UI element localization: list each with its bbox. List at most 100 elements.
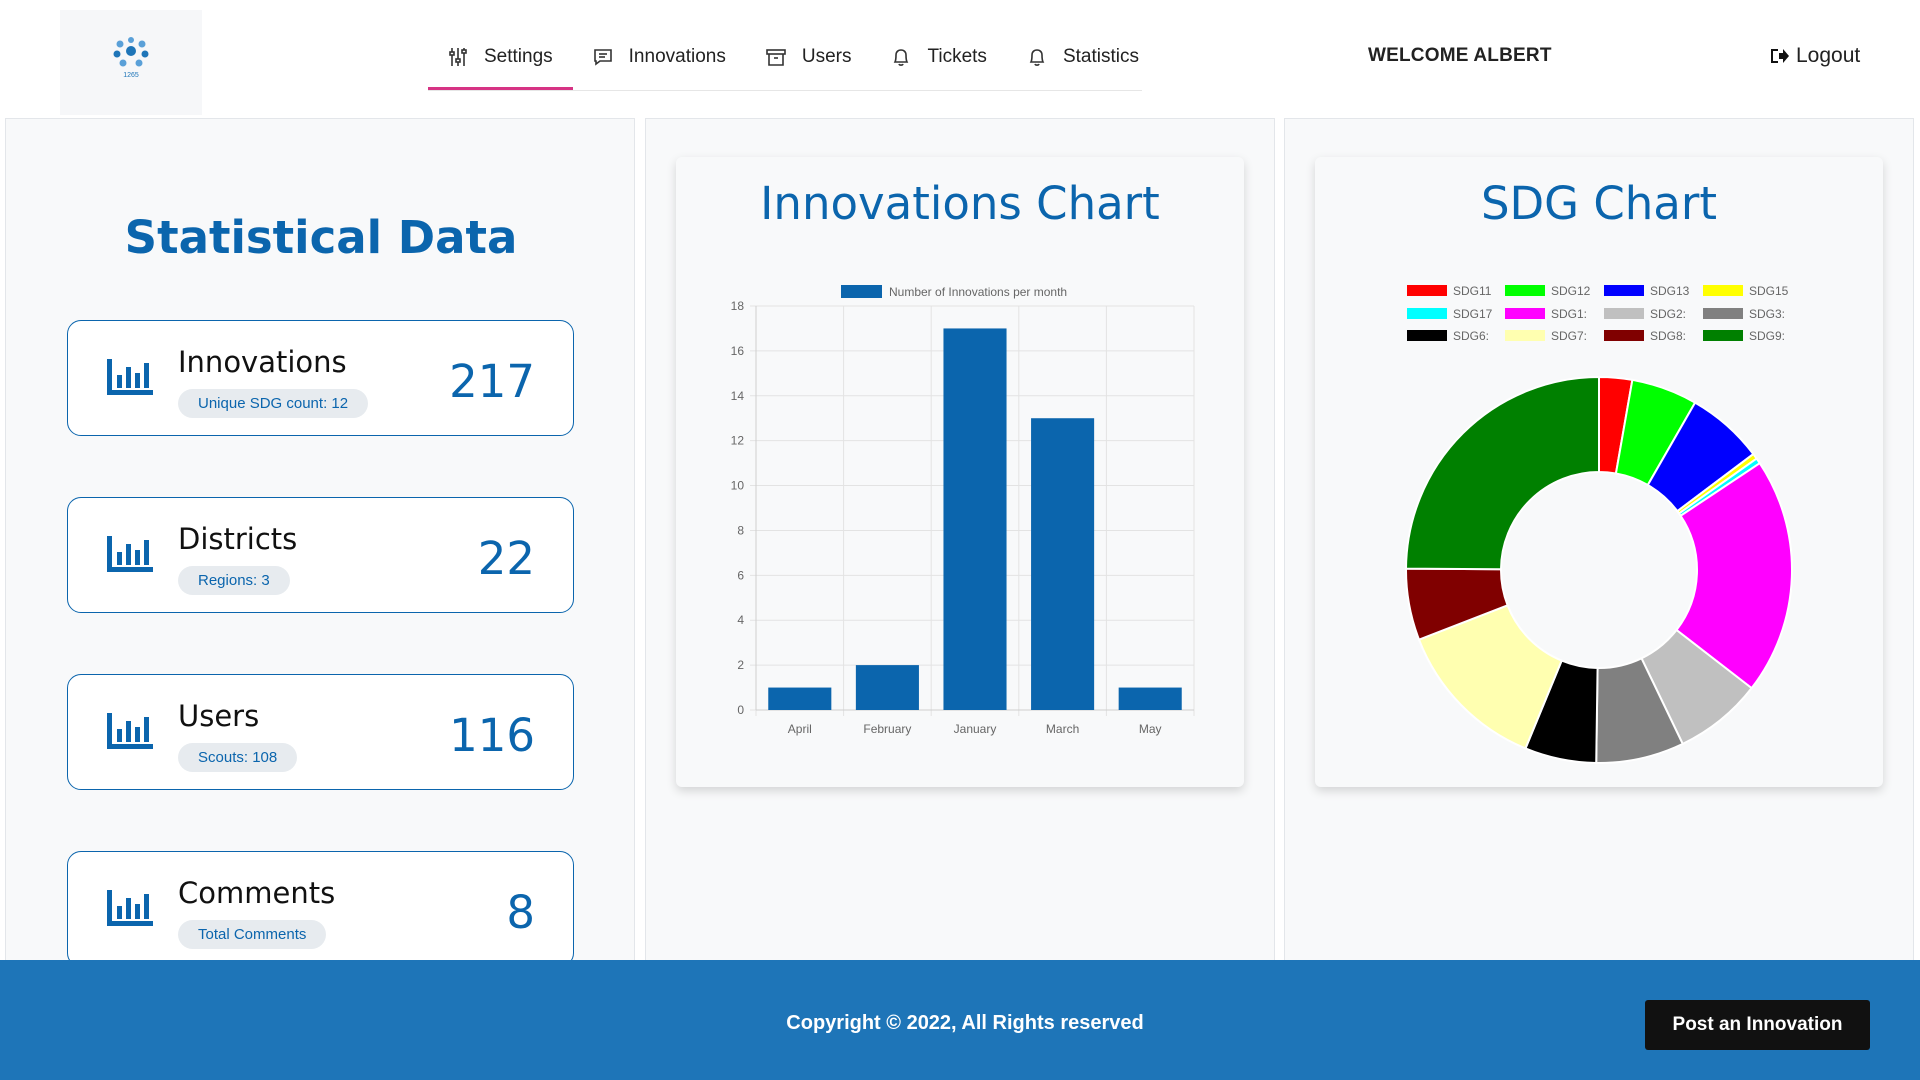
legend-swatch — [841, 285, 882, 298]
nav-settings-label: Settings — [484, 46, 553, 67]
stat-card-innovations[interactable]: Innovations Unique SDG count: 12 217 — [67, 320, 574, 436]
legend-swatch — [1703, 285, 1743, 296]
innovations-bar-chart: Number of Innovations per month 0 2 4 6 8 10 12… — [731, 285, 1195, 736]
nav-statistics[interactable]: Statistics — [1007, 30, 1159, 84]
y-tick-label: 18 — [731, 299, 745, 313]
bar — [768, 687, 832, 710]
x-tick-label: March — [1046, 722, 1079, 736]
y-tick-label: 6 — [737, 568, 744, 582]
stat-card-comments[interactable]: Comments Total Comments 8 — [67, 851, 574, 967]
logo-icon: 1265 — [113, 37, 149, 79]
legend-swatch — [1407, 308, 1447, 319]
legend-label: SDG6: — [1453, 329, 1489, 343]
legend-swatch — [1604, 330, 1644, 341]
copyright-text: Copyright © 2022, All Rights reserved — [786, 1012, 1144, 1034]
footer: Copyright © 2022, All Rights reserved Po… — [0, 960, 1920, 1080]
bar-chart-icon — [107, 713, 153, 749]
logout-label: Logout — [1796, 44, 1861, 67]
bell-icon — [1029, 49, 1045, 66]
stat-badge: Total Comments — [178, 920, 327, 949]
top-navbar: 1265 Settings Innovations Users Tickets … — [0, 0, 1920, 115]
stat-card-districts[interactable]: Districts Regions: 3 22 — [67, 497, 574, 613]
stat-badge: Scouts: 108 — [178, 743, 298, 772]
legend-label: SDG13 — [1650, 284, 1690, 298]
stat-label: Innovations — [178, 345, 347, 379]
stat-badge: Regions: 3 — [178, 566, 290, 595]
legend-label: SDG1: — [1551, 307, 1587, 321]
sdg-doughnut-chart: SDG11 SDG12 SDG13 SDG15 SDG17 SDG1: SDG2: SDG3:… — [1404, 284, 1793, 764]
bar-chart-icon — [107, 536, 153, 572]
bar — [855, 665, 919, 710]
legend-label: SDG12 — [1551, 284, 1591, 298]
stat-value: 8 — [506, 886, 535, 939]
nav-tickets[interactable]: Tickets — [871, 30, 1006, 84]
legend-swatch — [1703, 308, 1743, 319]
sliders-icon — [449, 48, 467, 66]
main-nav: Settings Innovations Users Tickets Stati… — [428, 30, 1142, 91]
x-tick-label: January — [954, 722, 997, 736]
x-tick-label: May — [1139, 722, 1162, 736]
post-innovation-button[interactable]: Post an Innovation — [1645, 1000, 1870, 1050]
legend-swatch — [1604, 308, 1644, 319]
stat-value: 116 — [449, 709, 535, 762]
bar-chart-icon — [107, 359, 153, 395]
doughnut-slice — [1404, 375, 1600, 571]
nav-statistics-label: Statistics — [1062, 46, 1139, 67]
logo-text: 1265 — [123, 72, 139, 79]
stat-value: 22 — [477, 532, 535, 585]
y-tick-label: 14 — [731, 389, 745, 403]
legend-label: SDG8: — [1650, 329, 1686, 343]
message-icon — [593, 49, 612, 66]
innovations-chart-panel: Innovations Chart Number of Innovations … — [645, 118, 1275, 1080]
logo[interactable]: 1265 — [60, 10, 202, 115]
y-tick-label: 10 — [731, 479, 745, 493]
legend-label: SDG3: — [1749, 307, 1785, 321]
legend-label: SDG9: — [1749, 329, 1785, 343]
x-tick-label: April — [788, 722, 812, 736]
legend-swatch — [1505, 308, 1545, 319]
y-tick-label: 0 — [737, 703, 744, 717]
y-tick-label: 8 — [737, 523, 744, 537]
stat-label: Districts — [178, 522, 298, 556]
bar — [943, 328, 1007, 710]
nav-users-label: Users — [801, 46, 852, 67]
legend-label: SDG11 — [1453, 284, 1492, 298]
stat-label: Users — [178, 699, 260, 733]
nav-innovations-label: Innovations — [628, 46, 726, 67]
nav-settings[interactable]: Settings — [428, 30, 573, 90]
statistics-title: Statistical Data — [124, 211, 518, 264]
bell-icon — [894, 49, 909, 66]
legend-swatch — [1505, 330, 1545, 341]
sdg-chart-card: SDG Chart SDG11 SDG12 SDG13 SDG15 SDG17 SDG1:… — [1315, 157, 1883, 787]
y-tick-label: 4 — [737, 613, 744, 627]
nav-innovations[interactable]: Innovations — [573, 30, 746, 84]
legend-label: SDG7: — [1551, 329, 1587, 343]
welcome-text: WELCOME ALBERT — [1368, 45, 1552, 66]
legend-swatch — [1407, 285, 1447, 296]
bar — [1118, 687, 1182, 710]
innovations-chart-card: Innovations Chart Number of Innovations … — [676, 157, 1244, 787]
legend-swatch — [1604, 285, 1644, 296]
nav-tickets-label: Tickets — [927, 46, 987, 67]
logout-icon — [1771, 49, 1789, 63]
bar — [1031, 418, 1095, 710]
nav-users[interactable]: Users — [746, 30, 872, 84]
stat-card-users[interactable]: Users Scouts: 108 116 — [67, 674, 574, 790]
legend-swatch — [1505, 285, 1545, 296]
legend-label: SDG17 — [1453, 307, 1493, 321]
archive-icon — [766, 49, 786, 66]
bar-chart-icon — [107, 890, 153, 926]
logout-button[interactable]: Logout — [1770, 44, 1860, 68]
y-tick-label: 2 — [737, 658, 744, 672]
x-tick-label: February — [863, 722, 911, 736]
legend-label: Number of Innovations per month — [889, 285, 1067, 299]
y-tick-label: 16 — [731, 344, 745, 358]
y-tick-label: 12 — [731, 434, 745, 448]
sdg-chart-panel: SDG Chart SDG11 SDG12 SDG13 SDG15 SDG17 SDG1:… — [1284, 118, 1914, 1080]
stat-label: Comments — [178, 876, 336, 910]
legend-swatch — [1703, 330, 1743, 341]
legend-label: SDG15 — [1749, 284, 1789, 298]
stat-value: 217 — [449, 355, 535, 408]
stat-badge: Unique SDG count: 12 — [178, 389, 369, 418]
statistics-panel: Statistical Data Innovations Unique SDG … — [5, 118, 635, 1080]
